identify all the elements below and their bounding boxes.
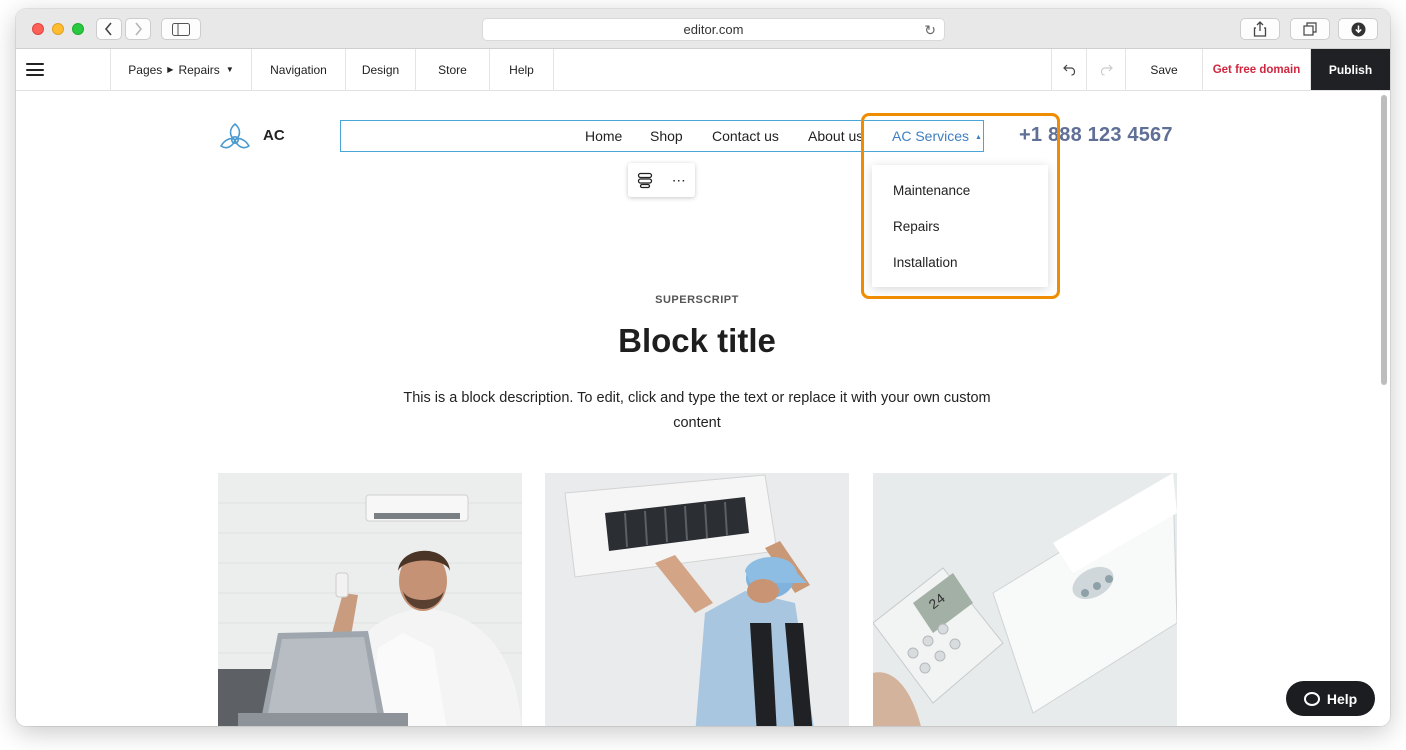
image-ac-remote-control[interactable]: 24 [873, 473, 1177, 726]
url-text: editor.com [683, 22, 744, 37]
vertical-scrollbar[interactable] [1381, 95, 1387, 385]
tabs-button[interactable] [1290, 18, 1330, 40]
get-free-domain-button[interactable]: Get free domain [1203, 49, 1311, 90]
hamburger-icon [26, 63, 44, 76]
navigation-label: Navigation [270, 62, 327, 77]
layers-icon[interactable] [637, 172, 653, 189]
nav-about-us[interactable]: About us [808, 128, 863, 144]
block-description[interactable]: This is a block description. To edit, cl… [380, 386, 1014, 436]
help-menu[interactable]: Help [490, 49, 554, 90]
navigation-menu[interactable]: Navigation [252, 49, 346, 90]
help-button-label: Help [1326, 690, 1358, 707]
current-page-label: Repairs [178, 62, 220, 77]
save-label: Save [1150, 62, 1178, 77]
close-window-button[interactable] [32, 23, 44, 35]
page-canvas: AC Home Shop Contact us About us AC Serv… [16, 91, 1390, 726]
brand-name[interactable]: AC [263, 127, 285, 144]
highlight-frame [861, 113, 1060, 299]
block-superscript[interactable]: SUPERSCRIPT [16, 294, 1378, 306]
pages-label: Pages [128, 62, 163, 77]
chevron-right-icon [135, 22, 143, 36]
forward-button[interactable] [125, 18, 151, 40]
nav-home[interactable]: Home [585, 128, 622, 144]
block-title[interactable]: Block title [16, 322, 1378, 360]
pages-menu[interactable]: Pages ▶ Repairs ▼ [111, 49, 252, 90]
redo-icon [1100, 64, 1113, 76]
share-icon [1253, 21, 1267, 37]
publish-button[interactable]: Publish [1311, 49, 1390, 90]
tabs-icon [1303, 22, 1317, 36]
caret-down-icon: ▼ [225, 65, 234, 74]
store-label: Store [438, 62, 467, 77]
nav-contact-us[interactable]: Contact us [712, 128, 779, 144]
design-label: Design [361, 62, 400, 77]
nav-shop[interactable]: Shop [650, 128, 683, 144]
sidebar-icon [172, 22, 190, 36]
chevron-left-icon [104, 22, 112, 36]
browser-window: editor.com ↻ Pages ▶ Repairs ▼ Navigatio… [16, 9, 1390, 726]
undo-icon [1062, 64, 1075, 76]
publish-label: Publish [1328, 62, 1373, 77]
zoom-window-button[interactable] [72, 23, 84, 35]
address-bar[interactable]: editor.com ↻ [482, 18, 945, 41]
reload-icon[interactable]: ↻ [924, 22, 936, 39]
image-technician-servicing-ac[interactable] [545, 473, 849, 726]
image-man-with-laptop[interactable] [218, 473, 522, 726]
store-menu[interactable]: Store [416, 49, 490, 90]
editor-toolbar: Pages ▶ Repairs ▼ Navigation Design Stor… [16, 49, 1390, 91]
domain-label: Get free domain [1212, 63, 1301, 76]
browser-chrome: editor.com ↻ [16, 9, 1390, 49]
design-menu[interactable]: Design [346, 49, 416, 90]
help-chat-button[interactable]: Help [1286, 681, 1375, 716]
block-mini-toolbar: ⋯ [628, 163, 695, 197]
save-button[interactable]: Save [1126, 49, 1203, 90]
minimize-window-button[interactable] [52, 23, 64, 35]
chat-bubble-icon [1303, 691, 1320, 706]
brand-logo-icon [220, 123, 250, 149]
back-button[interactable] [96, 18, 122, 40]
help-label: Help [509, 62, 534, 77]
share-button[interactable] [1240, 18, 1280, 40]
download-icon [1351, 22, 1365, 36]
downloads-button[interactable] [1338, 18, 1378, 40]
main-menu-button[interactable] [16, 49, 111, 90]
sidebar-toggle-button[interactable] [161, 18, 201, 40]
undo-button[interactable] [1051, 49, 1087, 90]
more-options-icon[interactable]: ⋯ [672, 172, 686, 189]
breadcrumb-arrow-icon: ▶ [167, 65, 174, 74]
redo-button[interactable] [1087, 49, 1126, 90]
